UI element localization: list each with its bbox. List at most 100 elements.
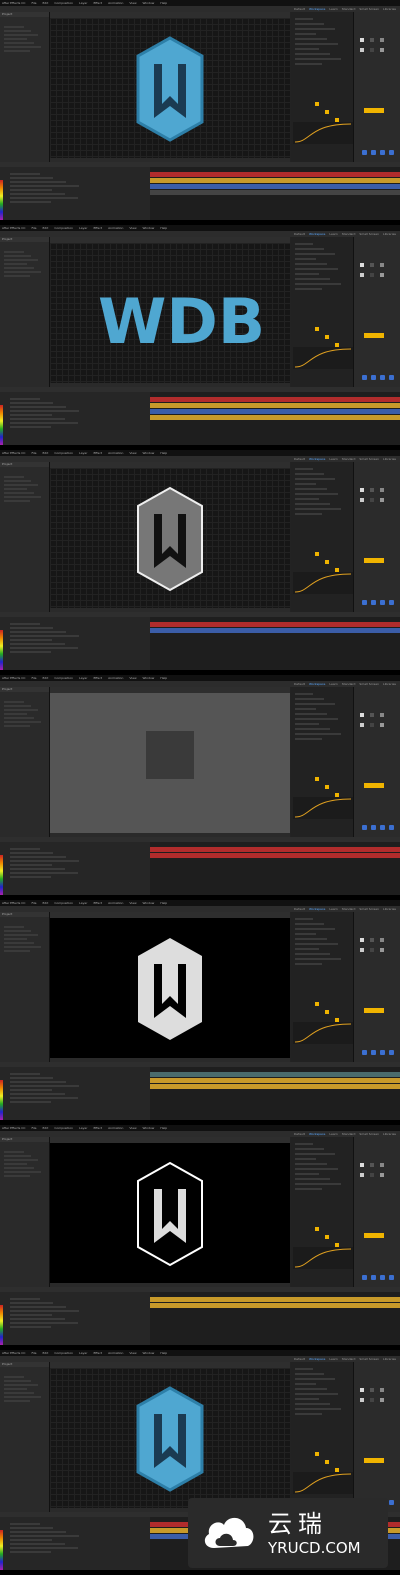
preset-action-button[interactable] xyxy=(389,1275,394,1280)
effect-property-row[interactable] xyxy=(295,963,322,965)
preset-action-button[interactable] xyxy=(362,150,367,155)
effect-controls-panel[interactable] xyxy=(291,687,354,837)
layer-duration-bar[interactable] xyxy=(150,1072,400,1077)
layer-row[interactable] xyxy=(10,876,51,878)
layer-row[interactable] xyxy=(10,1077,53,1079)
keyframe-value-swatch[interactable] xyxy=(325,1235,329,1239)
project-item[interactable] xyxy=(4,1376,24,1378)
preset-thumbnail[interactable] xyxy=(370,273,374,277)
layer-row[interactable] xyxy=(10,418,65,420)
layer-row[interactable] xyxy=(10,872,78,874)
effect-property-row[interactable] xyxy=(295,718,338,720)
layer-row[interactable] xyxy=(10,643,65,645)
effect-property-row[interactable] xyxy=(295,1173,319,1175)
keyframe-value-swatch[interactable] xyxy=(315,327,319,331)
preset-thumbnail[interactable] xyxy=(380,273,384,277)
project-panel[interactable]: Project xyxy=(0,912,50,1062)
project-item[interactable] xyxy=(4,1384,38,1386)
project-item[interactable] xyxy=(4,1155,31,1157)
composition-viewer[interactable] xyxy=(50,1143,290,1283)
project-item[interactable] xyxy=(4,1151,24,1153)
effect-property-row[interactable] xyxy=(295,1393,338,1395)
effect-property-row[interactable] xyxy=(295,278,330,280)
timeline-tracks[interactable] xyxy=(150,1068,400,1120)
layer-duration-bar[interactable] xyxy=(150,847,400,852)
project-item[interactable] xyxy=(4,1380,31,1382)
easing-curve-graph[interactable] xyxy=(293,122,353,144)
preset-thumbnail[interactable] xyxy=(360,938,364,942)
effect-property-row[interactable] xyxy=(295,953,330,955)
effect-property-row[interactable] xyxy=(295,1398,319,1400)
effect-property-row[interactable] xyxy=(295,493,338,495)
project-item[interactable] xyxy=(4,271,41,273)
keyframe-value-swatch[interactable] xyxy=(315,1002,319,1006)
preset-thumbnail[interactable] xyxy=(370,498,374,502)
layer-row[interactable] xyxy=(10,1527,53,1529)
effect-property-row[interactable] xyxy=(295,923,324,925)
layer-duration-bar[interactable] xyxy=(150,184,400,189)
project-item[interactable] xyxy=(4,717,34,719)
effect-property-row[interactable] xyxy=(295,1158,316,1160)
timeline-tracks[interactable] xyxy=(150,168,400,220)
effect-property-row[interactable] xyxy=(295,258,316,260)
preset-action-button[interactable] xyxy=(380,375,385,380)
layer-row[interactable] xyxy=(10,864,52,866)
timeline-panel[interactable]: Timeline xyxy=(0,387,400,445)
effect-property-row[interactable] xyxy=(295,698,324,700)
layer-duration-bar[interactable] xyxy=(150,1084,400,1089)
layer-row[interactable] xyxy=(10,422,78,424)
timeline-panel[interactable]: Timeline xyxy=(0,837,400,895)
effect-controls-panel[interactable] xyxy=(291,1137,354,1287)
preset-thumbnail[interactable] xyxy=(380,948,384,952)
project-panel[interactable]: Project xyxy=(0,1362,50,1512)
layer-row[interactable] xyxy=(10,1093,65,1095)
project-item[interactable] xyxy=(4,1388,27,1390)
preset-action-button[interactable] xyxy=(371,150,376,155)
layer-row[interactable] xyxy=(10,1314,52,1316)
preset-action-button[interactable] xyxy=(389,150,394,155)
preset-thumbnail[interactable] xyxy=(370,1388,374,1392)
keyframe-value-swatch[interactable] xyxy=(325,1010,329,1014)
layer-row[interactable] xyxy=(10,1097,78,1099)
project-item[interactable] xyxy=(4,26,24,28)
project-item[interactable] xyxy=(4,259,38,261)
preset-action-button[interactable] xyxy=(362,600,367,605)
layer-list[interactable] xyxy=(0,1292,150,1345)
layer-duration-bar[interactable] xyxy=(150,1078,400,1083)
project-item[interactable] xyxy=(4,500,30,502)
layer-row[interactable] xyxy=(10,1302,53,1304)
effect-property-row[interactable] xyxy=(295,1168,338,1170)
keyframe-value-swatch[interactable] xyxy=(325,110,329,114)
project-item[interactable] xyxy=(4,1400,30,1402)
effect-property-row[interactable] xyxy=(295,478,335,480)
preset-thumbnail[interactable] xyxy=(380,1388,384,1392)
effect-property-row[interactable] xyxy=(295,263,327,265)
layer-list[interactable] xyxy=(0,842,150,895)
keyframe-value-swatch[interactable] xyxy=(315,1452,319,1456)
layer-row[interactable] xyxy=(10,647,78,649)
effect-property-row[interactable] xyxy=(295,253,335,255)
layer-row[interactable] xyxy=(10,651,51,653)
easing-curve-graph[interactable] xyxy=(293,1022,353,1044)
layer-row[interactable] xyxy=(10,860,79,862)
effect-property-row[interactable] xyxy=(295,948,319,950)
project-item[interactable] xyxy=(4,701,24,703)
preset-thumbnail[interactable] xyxy=(380,38,384,42)
project-item[interactable] xyxy=(4,263,27,265)
layer-row[interactable] xyxy=(10,197,78,199)
project-item[interactable] xyxy=(4,484,38,486)
layer-row[interactable] xyxy=(10,631,66,633)
composition-viewer[interactable]: WDB xyxy=(50,243,290,383)
layer-row[interactable] xyxy=(10,201,51,203)
layer-row[interactable] xyxy=(10,1551,51,1553)
effect-controls-panel[interactable] xyxy=(291,462,354,612)
effects-presets-panel[interactable] xyxy=(354,687,400,837)
preset-action-button[interactable] xyxy=(380,1275,385,1280)
layer-row[interactable] xyxy=(10,627,53,629)
project-item[interactable] xyxy=(4,713,27,715)
project-item[interactable] xyxy=(4,938,27,940)
composition-viewer[interactable] xyxy=(50,1368,290,1508)
preset-thumbnail[interactable] xyxy=(370,1163,374,1167)
preset-thumbnail[interactable] xyxy=(370,1173,374,1177)
preset-action-button[interactable] xyxy=(371,600,376,605)
